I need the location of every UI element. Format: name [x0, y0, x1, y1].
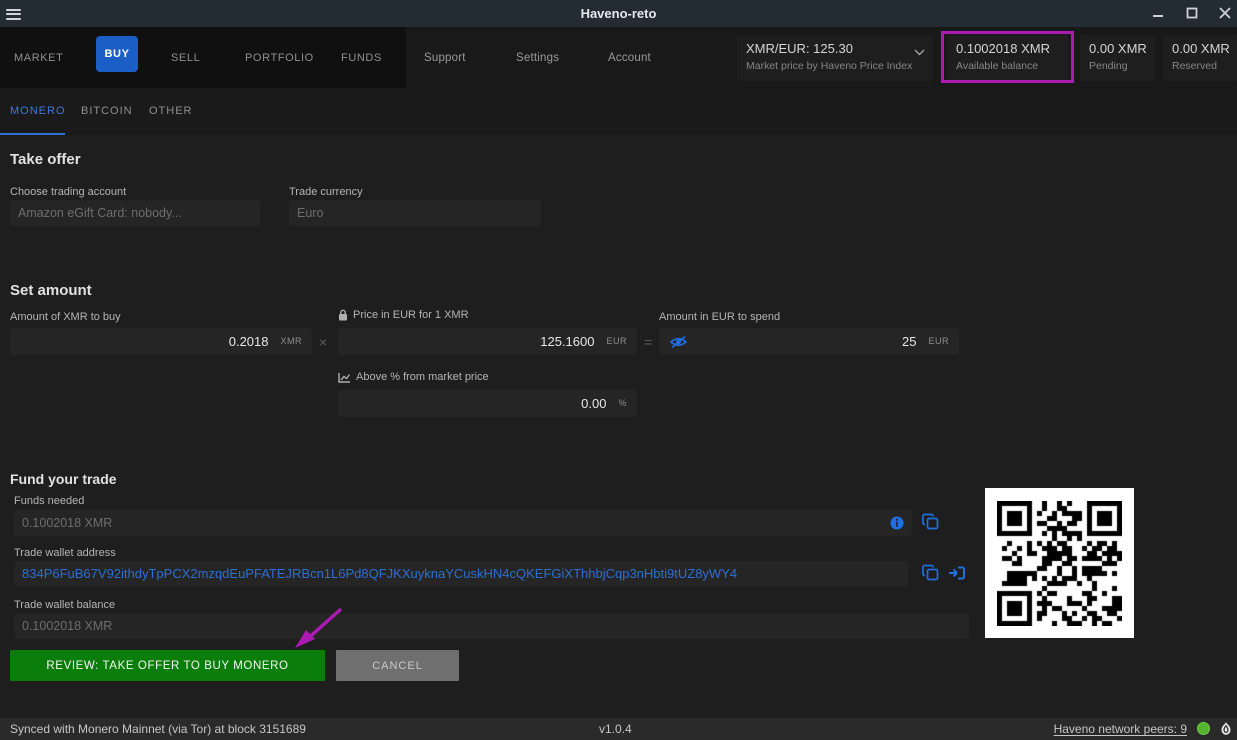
total-label: Amount in EUR to spend: [659, 311, 780, 323]
tor-onion-icon: [1219, 721, 1233, 737]
nav-tab-buy-label: BUY: [104, 48, 129, 60]
set-amount-heading: Set amount: [10, 282, 92, 299]
wallet-address-field[interactable]: 834P6FuB67V92ithdyTpPCX2mzqdEuPFATEJRBcn…: [14, 561, 908, 587]
price-label-row: Price in EUR for 1 XMR: [338, 309, 469, 321]
reserved-balance-value: 0.00 XMR: [1172, 41, 1228, 56]
funds-needed-label: Funds needed: [14, 495, 84, 507]
app-window: Haveno-reto MARKET BUY SELL PORTFOLIO FU…: [0, 0, 1237, 740]
amount-input[interactable]: 0.2018 XMR: [10, 328, 312, 355]
subtab-bitcoin[interactable]: BITCOIN: [81, 105, 133, 117]
app-version: v1.0.4: [599, 722, 632, 736]
subtab-other[interactable]: OTHER: [149, 105, 193, 117]
active-tab-underline: [0, 133, 65, 135]
lock-icon: [338, 309, 348, 321]
trading-account-select[interactable]: Amazon eGift Card: nobody...: [10, 200, 260, 226]
eye-slash-icon[interactable]: [669, 335, 688, 349]
trading-account-label: Choose trading account: [10, 186, 126, 198]
trade-currency-label: Trade currency: [289, 186, 363, 198]
nav-tab-buy[interactable]: BUY: [96, 36, 138, 72]
sync-status: Synced with Monero Mainnet (via Tor) at …: [10, 722, 306, 736]
market-price-selector[interactable]: XMR/EUR: 125.30 Market price by Haveno P…: [737, 35, 933, 81]
price-value: 125.1600: [540, 328, 594, 355]
wallet-address-label: Trade wallet address: [14, 547, 116, 559]
subtab-monero[interactable]: MONERO: [10, 105, 66, 117]
close-button[interactable]: [1214, 3, 1236, 23]
pending-balance-stat: 0.00 XMR Pending: [1080, 35, 1155, 81]
funds-needed-field: 0.1002018 XMR: [14, 510, 912, 536]
pending-balance-value: 0.00 XMR: [1089, 41, 1146, 56]
chart-icon: [338, 372, 351, 383]
nav-tab-funds[interactable]: FUNDS: [341, 52, 382, 64]
network-peers-link[interactable]: Haveno network peers: 9: [1054, 722, 1187, 736]
nav-tab-account[interactable]: Account: [608, 52, 651, 64]
total-input[interactable]: 25 EUR: [659, 328, 959, 355]
market-price-value: XMR/EUR: 125.30: [746, 41, 924, 56]
window-title: Haveno-reto: [0, 6, 1237, 21]
peer-status-dot: [1197, 722, 1210, 735]
price-suffix: EUR: [606, 328, 627, 355]
available-balance-stat: 0.1002018 XMR Available balance: [947, 35, 1068, 81]
status-bar: Synced with Monero Mainnet (via Tor) at …: [0, 718, 1237, 740]
chevron-down-icon: [914, 49, 925, 56]
wallet-qr-code: [985, 488, 1134, 638]
fund-trade-heading: Fund your trade: [10, 471, 117, 487]
review-take-offer-button[interactable]: REVIEW: TAKE OFFER TO BUY MONERO: [10, 650, 325, 681]
trade-currency-select[interactable]: Euro: [289, 200, 541, 226]
title-bar: Haveno-reto: [0, 0, 1237, 27]
amount-label: Amount of XMR to buy: [10, 311, 121, 323]
minimize-button[interactable]: [1147, 3, 1169, 23]
price-label: Price in EUR for 1 XMR: [353, 309, 469, 321]
copy-address-icon[interactable]: [922, 564, 940, 582]
currency-subtabs: MONERO BITCOIN OTHER: [0, 88, 1237, 135]
nav-tab-portfolio[interactable]: PORTFOLIO: [245, 52, 314, 64]
available-balance-label: Available balance: [956, 60, 1059, 72]
take-offer-heading: Take offer: [10, 151, 81, 168]
nav-tab-support[interactable]: Support: [424, 52, 466, 64]
price-input: 125.1600 EUR: [338, 328, 637, 355]
cancel-button[interactable]: CANCEL: [336, 650, 459, 681]
deviation-value: 0.00: [581, 390, 606, 417]
funds-needed-value: 0.1002018 XMR: [22, 516, 112, 530]
available-balance-value: 0.1002018 XMR: [956, 41, 1059, 56]
maximize-button[interactable]: [1181, 3, 1203, 23]
deviation-label: Above % from market price: [356, 371, 489, 383]
amount-value: 0.2018: [229, 328, 269, 355]
total-suffix: EUR: [928, 328, 949, 355]
wallet-balance-field: 0.1002018 XMR: [14, 613, 969, 639]
reserved-balance-label: Reserved: [1172, 60, 1228, 72]
info-icon[interactable]: [890, 516, 904, 530]
market-price-subtitle: Market price by Haveno Price Index: [746, 60, 924, 72]
deviation-input[interactable]: 0.00 %: [338, 390, 637, 417]
deviation-label-row: Above % from market price: [338, 371, 489, 383]
total-value: 25: [902, 328, 916, 355]
open-in-wallet-icon[interactable]: [948, 565, 966, 581]
copy-funds-icon[interactable]: [922, 513, 940, 531]
reserved-balance-stat: 0.00 XMR Reserved: [1163, 35, 1237, 81]
qr-code-canvas: [997, 501, 1122, 626]
amount-suffix: XMR: [281, 328, 303, 355]
nav-tab-market[interactable]: MARKET: [14, 52, 63, 64]
deviation-suffix: %: [618, 390, 627, 417]
main-navbar: MARKET BUY SELL PORTFOLIO FUNDS Support …: [0, 27, 1237, 88]
wallet-balance-label: Trade wallet balance: [14, 599, 115, 611]
nav-tab-settings[interactable]: Settings: [516, 52, 559, 64]
pending-balance-label: Pending: [1089, 60, 1146, 72]
nav-tab-sell[interactable]: SELL: [171, 52, 200, 64]
multiply-operator: ×: [319, 334, 327, 350]
equals-operator: =: [644, 334, 652, 350]
